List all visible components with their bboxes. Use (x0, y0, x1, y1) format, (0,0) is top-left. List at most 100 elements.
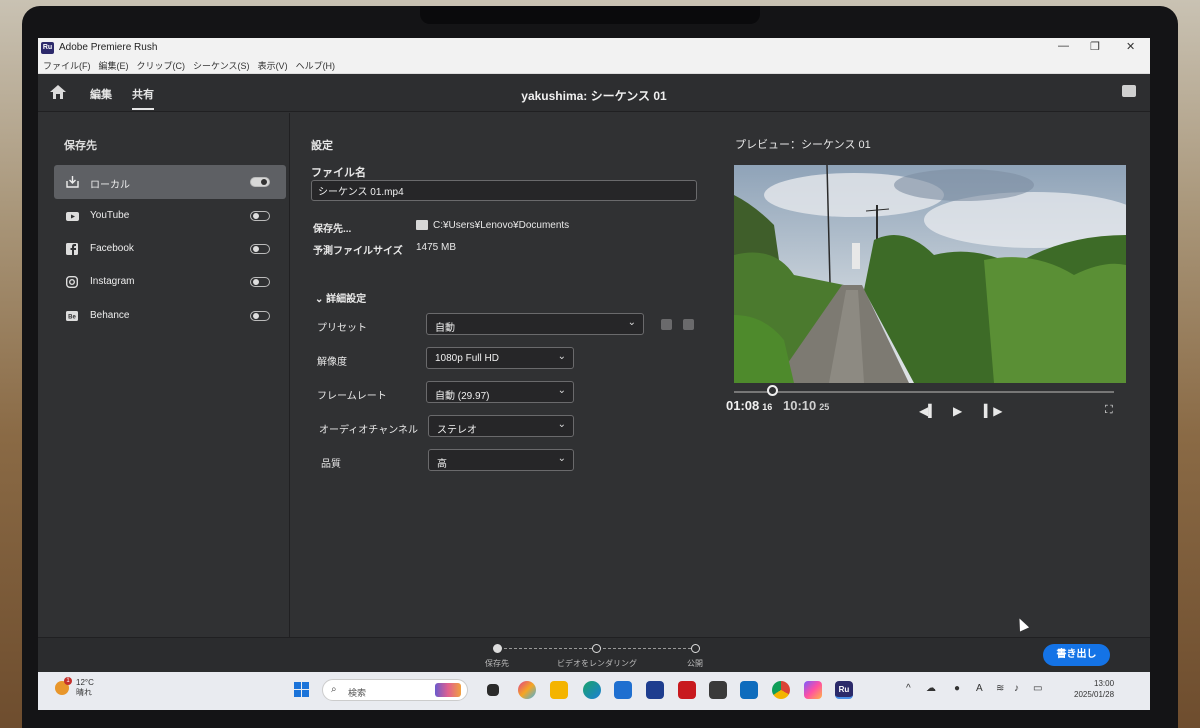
destination-facebook[interactable]: Facebook (54, 232, 286, 266)
start-icon[interactable] (294, 682, 310, 698)
taskbar-search[interactable]: ⌕ 検索 (322, 679, 468, 701)
menu-bar: ファイル(F) 編集(E) クリップ(C) シーケンス(S) 表示(V) ヘルプ… (38, 58, 1150, 74)
scrub-bar[interactable] (734, 391, 1114, 393)
audio-channel-label: オーディオチャンネル (319, 425, 418, 436)
behance-toggle[interactable] (250, 311, 270, 321)
chevron-down-icon: ⌄ (315, 294, 324, 305)
local-toggle[interactable] (250, 177, 270, 187)
step-dot-publish (691, 644, 700, 653)
step-forward-icon[interactable]: ▍▶ (984, 404, 1002, 418)
quality-label: 品質 (321, 459, 341, 470)
chevron-down-icon: ⌄ (557, 453, 566, 464)
instagram-icon (66, 276, 78, 288)
framerate-label: フレームレート (317, 391, 387, 402)
destination-label: ローカル (90, 180, 130, 191)
menu-clip[interactable]: クリップ(C) (137, 59, 186, 72)
menu-sequence[interactable]: シーケンス(S) (193, 59, 250, 72)
weather-widget[interactable]: 12°C 晴れ (76, 678, 94, 698)
folder-icon[interactable] (416, 220, 428, 230)
resolution-label: 解像度 (317, 357, 347, 368)
maximize-button[interactable]: ❐ (1090, 40, 1100, 53)
estimated-size-value: 1475 MB (416, 242, 457, 253)
facebook-toggle[interactable] (250, 244, 270, 254)
mcafee-icon[interactable] (678, 681, 696, 699)
dropbox-icon[interactable] (709, 681, 727, 699)
chrome-icon[interactable] (772, 681, 790, 699)
destination-behance[interactable]: Be Behance (54, 299, 286, 333)
premiere-rush-icon[interactable]: Ru (835, 681, 853, 699)
estimated-size-label: 予測ファイルサイズ (313, 246, 403, 257)
sequence-title: yakushima: シーケンス 01 (521, 89, 667, 103)
system-clock[interactable]: 13:00 2025/01/28 (1074, 678, 1114, 700)
step-dot-render (592, 644, 601, 653)
chevron-up-icon[interactable]: ^ (906, 683, 911, 694)
save-preset-icon[interactable] (661, 319, 672, 330)
store-icon[interactable] (614, 681, 632, 699)
camera-notch (420, 6, 760, 24)
playhead[interactable] (767, 385, 778, 396)
step-line (603, 648, 691, 649)
preset-select[interactable]: 自動 ⌄ (426, 313, 644, 335)
destination-instagram[interactable]: Instagram (54, 265, 286, 299)
step-line (504, 648, 592, 649)
minimize-button[interactable]: — (1058, 40, 1069, 52)
step-label-destination: 保存先 (485, 659, 509, 668)
file-explorer-icon[interactable] (550, 681, 568, 699)
destination-label: YouTube (90, 210, 130, 221)
edge-icon[interactable] (583, 681, 601, 699)
framerate-select[interactable]: 自動 (29.97) ⌄ (426, 381, 574, 403)
destination-label: Behance (90, 310, 130, 321)
advanced-settings-toggle[interactable]: ⌄ 詳細設定 (315, 290, 366, 305)
task-view-icon[interactable] (487, 684, 499, 696)
title-bar: Ru Adobe Premiere Rush — ❐ ✕ (38, 38, 1150, 58)
current-timecode: 01:08 16 (726, 398, 773, 413)
chevron-down-icon: ⌄ (557, 351, 566, 362)
instagram-toggle[interactable] (250, 277, 270, 287)
weather-badge: 1 (64, 677, 72, 685)
instagram-app-icon[interactable] (804, 681, 822, 699)
youtube-toggle[interactable] (250, 211, 270, 221)
ime-indicator[interactable]: A (976, 683, 983, 694)
destination-local[interactable]: ローカル (54, 165, 286, 199)
total-timecode: 10:10 25 (783, 398, 830, 413)
destination-youtube[interactable]: YouTube (54, 199, 286, 233)
menu-file[interactable]: ファイル(F) (43, 59, 91, 72)
audio-channel-select[interactable]: ステレオ ⌄ (428, 415, 574, 437)
destination-panel: 保存先 ローカル YouTube Facebook Instagram Be B… (38, 113, 290, 637)
copilot-icon[interactable] (518, 681, 536, 699)
quality-select[interactable]: 高 ⌄ (428, 449, 574, 471)
save-path: C:¥Users¥Lenovo¥Documents (433, 220, 570, 231)
lenovo-l-icon[interactable] (646, 681, 664, 699)
workflow-steps: 保存先 ビデオをレンダリング 公開 書き出し (38, 637, 1150, 672)
play-icon[interactable]: ▶ (953, 404, 962, 418)
cloud-icon[interactable]: ☁ (926, 683, 936, 694)
microphone-icon[interactable]: ● (954, 683, 960, 694)
outlook-icon[interactable] (740, 681, 758, 699)
preview-panel: プレビュー：シーケンス 01 01:08 16 10:10 25 ◀▍ ▶ ▍▶… (721, 113, 1150, 637)
filename-label: ファイル名 (311, 167, 366, 179)
feedback-icon[interactable] (1122, 85, 1136, 97)
window-title: Adobe Premiere Rush (59, 42, 158, 53)
youtube-icon (66, 212, 79, 221)
close-button[interactable]: ✕ (1126, 40, 1135, 53)
battery-icon[interactable]: ▭ (1033, 683, 1042, 694)
filename-input[interactable] (311, 180, 697, 201)
wifi-icon[interactable]: ≋ (996, 683, 1004, 694)
search-icon: ⌕ (331, 684, 337, 695)
resolution-select[interactable]: 1080p Full HD ⌄ (426, 347, 574, 369)
trash-icon[interactable] (683, 319, 694, 330)
destination-heading: 保存先 (64, 140, 97, 152)
volume-icon[interactable]: ♪ (1014, 683, 1019, 694)
menu-help[interactable]: ヘルプ(H) (296, 59, 336, 72)
settings-panel: 設定 ファイル名 保存先... C:¥Users¥Lenovo¥Document… (291, 113, 721, 637)
export-button[interactable]: 書き出し (1043, 644, 1110, 666)
fullscreen-icon[interactable]: ⛶ (1105, 404, 1113, 417)
menu-edit[interactable]: 編集(E) (99, 59, 129, 72)
behance-icon: Be (66, 311, 78, 321)
app-logo-icon: Ru (41, 42, 54, 54)
screen: Ru Adobe Premiere Rush — ❐ ✕ ファイル(F) 編集(… (38, 38, 1150, 710)
save-to-button[interactable]: 保存先... (313, 220, 351, 235)
menu-view[interactable]: 表示(V) (258, 59, 288, 72)
step-back-icon[interactable]: ◀▍ (919, 404, 937, 418)
download-icon (66, 176, 79, 188)
